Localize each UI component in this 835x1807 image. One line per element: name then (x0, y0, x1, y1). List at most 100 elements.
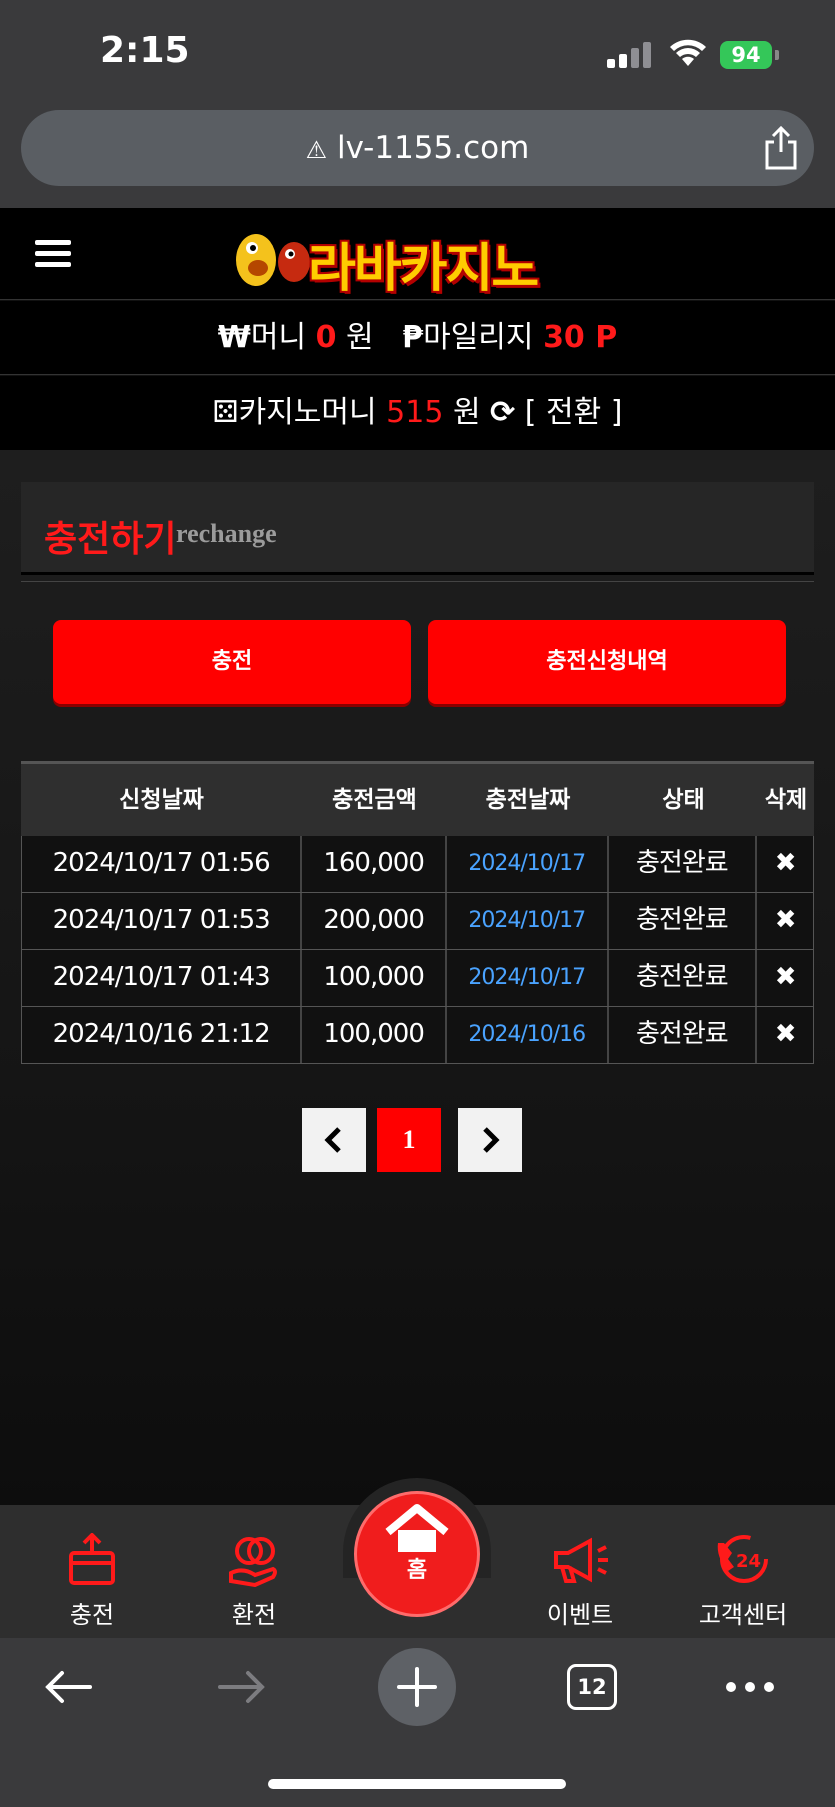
home-icon (385, 1504, 449, 1552)
address-text[interactable]: ⚠ lv-1155.com (21, 130, 814, 166)
home-button[interactable]: 홈 (354, 1491, 480, 1617)
chevron-left-icon (324, 1127, 341, 1153)
table-row: 2024/10/17 01:56 160,000 2024/10/17 충전완료… (21, 836, 814, 893)
header-status: 상태 (662, 787, 705, 813)
request-date-cell: 2024/10/17 01:53 (22, 893, 303, 949)
prev-page-button[interactable] (302, 1108, 366, 1172)
charge-history-table: 신청날짜 충전금액 충전날짜 상태 삭제 2024/10/17 01:56 16… (21, 761, 814, 1064)
hamburger-menu-icon[interactable] (35, 238, 71, 270)
amount-cell: 100,000 (302, 950, 447, 1006)
won-icon: ₩ (217, 320, 251, 355)
page-title: 충전하기 (44, 519, 177, 560)
nav-support-label: 고객센터 (698, 1601, 788, 1629)
mileage-label: 마일리지 (423, 320, 534, 355)
dice-icon: ⚄ (212, 395, 239, 430)
address-bar[interactable]: ⚠ lv-1155.com (21, 110, 814, 186)
charge-date-cell: 2024/10/17 (447, 893, 609, 949)
nav-support[interactable]: 24 고객센터 (683, 1533, 803, 1630)
money-value: 0 (315, 320, 337, 355)
delete-icon[interactable]: ✖ (757, 893, 813, 949)
header-delete: 삭제 (764, 787, 808, 813)
forward-arrow-icon[interactable] (216, 1667, 268, 1707)
warning-icon: ⚠ (305, 136, 328, 164)
amount-cell: 100,000 (302, 1007, 447, 1063)
support-24-icon: 24 (717, 1535, 768, 1583)
page-subtitle: rechange (176, 519, 277, 548)
delete-icon[interactable]: ✖ (757, 950, 813, 1006)
casino-money-label: 카지노머니 (238, 395, 377, 430)
browser-toolbar: 12 (0, 1638, 835, 1807)
delete-icon[interactable]: ✖ (757, 836, 813, 892)
table-row: 2024/10/16 21:12 100,000 2024/10/16 충전완료… (21, 1007, 814, 1064)
status-cell: 충전완료 (609, 836, 758, 892)
table-row: 2024/10/17 01:43 100,000 2024/10/17 충전완료… (21, 950, 814, 1007)
request-date-cell: 2024/10/17 01:56 (22, 836, 303, 892)
battery-icon: 94 (720, 41, 772, 69)
nav-event-label: 이벤트 (546, 1601, 614, 1629)
casino-money-row: ⚄카지노머니 515 원 ⟳ [ 전환 ] (0, 376, 835, 450)
nav-charge-label: 충전 (69, 1601, 115, 1629)
main-content: 충전하기 rechange 충전 충전신청내역 신청날짜 충전금액 충전날짜 상… (0, 450, 835, 1505)
status-time: 2:15 (100, 30, 190, 71)
more-icon[interactable] (724, 1680, 776, 1694)
logo-text: 라바카지노 (308, 239, 539, 299)
header-amount: 충전금액 (332, 787, 417, 813)
table-row: 2024/10/17 01:53 200,000 2024/10/17 충전완료… (21, 893, 814, 950)
home-indicator (268, 1779, 566, 1789)
larva-mascot-icon (236, 234, 310, 286)
share-icon[interactable] (763, 126, 799, 170)
refresh-icon[interactable]: ⟳ (490, 395, 515, 430)
amount-cell: 160,000 (302, 836, 447, 892)
megaphone-icon (554, 1537, 608, 1583)
battery-tip (775, 50, 779, 60)
page-title-box: 충전하기 rechange (21, 482, 814, 575)
money-unit: 원 (346, 320, 374, 355)
deposit-box-icon (69, 1532, 115, 1585)
back-arrow-icon[interactable] (42, 1667, 94, 1707)
money-label: 머니 (250, 320, 307, 355)
mileage-value: 30 P (543, 320, 618, 355)
new-tab-button[interactable] (378, 1648, 456, 1726)
tabs-button[interactable]: 12 (567, 1664, 617, 1710)
plus-icon (397, 1667, 437, 1707)
current-page[interactable]: 1 (377, 1108, 441, 1172)
coins-hand-icon (229, 1537, 277, 1588)
table-header: 신청날짜 충전금액 충전날짜 상태 삭제 (21, 761, 814, 836)
charge-date-cell: 2024/10/17 (447, 836, 609, 892)
svg-text:24: 24 (736, 1551, 761, 1572)
charge-button[interactable]: 충전 (53, 620, 411, 704)
casino-money-value: 515 (386, 395, 444, 430)
status-cell: 충전완료 (609, 1007, 758, 1063)
casino-money-unit: 원 (452, 395, 481, 430)
header-request-date: 신청날짜 (119, 787, 204, 813)
amount-cell: 200,000 (302, 893, 447, 949)
site-logo[interactable]: 라바카지노 (228, 220, 608, 299)
next-page-button[interactable] (458, 1108, 522, 1172)
home-label: 홈 (406, 1558, 428, 1583)
divider (21, 581, 814, 582)
convert-button[interactable]: [ 전환 ] (525, 395, 623, 430)
header-charge-date: 충전날짜 (485, 787, 571, 813)
battery-level: 94 (731, 43, 761, 67)
nav-exchange[interactable]: 환전 (194, 1533, 314, 1630)
browser-address-area: ⚠ lv-1155.com (0, 105, 835, 208)
chevron-right-icon (483, 1127, 500, 1153)
status-cell: 충전완료 (609, 950, 758, 1006)
charge-date-cell: 2024/10/16 (447, 1007, 609, 1063)
nav-charge[interactable]: 충전 (32, 1532, 152, 1630)
charge-history-button[interactable]: 충전신청내역 (428, 620, 786, 704)
url-text: lv-1155.com (337, 130, 530, 166)
request-date-cell: 2024/10/16 21:12 (22, 1007, 303, 1063)
peso-icon: ₱ (402, 320, 424, 355)
status-bar: 2:15 94 (0, 0, 835, 105)
cellular-signal-icon (607, 42, 651, 68)
nav-event[interactable]: 이벤트 (520, 1533, 640, 1630)
delete-icon[interactable]: ✖ (757, 1007, 813, 1063)
status-cell: 충전완료 (609, 893, 758, 949)
charge-date-cell: 2024/10/17 (447, 950, 609, 1006)
site-header: 라바카지노 (0, 208, 835, 300)
wallet-balance-row: ₩머니 0 원 ₱마일리지 30 P (0, 301, 835, 375)
nav-exchange-label: 환전 (231, 1601, 277, 1629)
wifi-icon (670, 39, 706, 66)
request-date-cell: 2024/10/17 01:43 (22, 950, 303, 1006)
